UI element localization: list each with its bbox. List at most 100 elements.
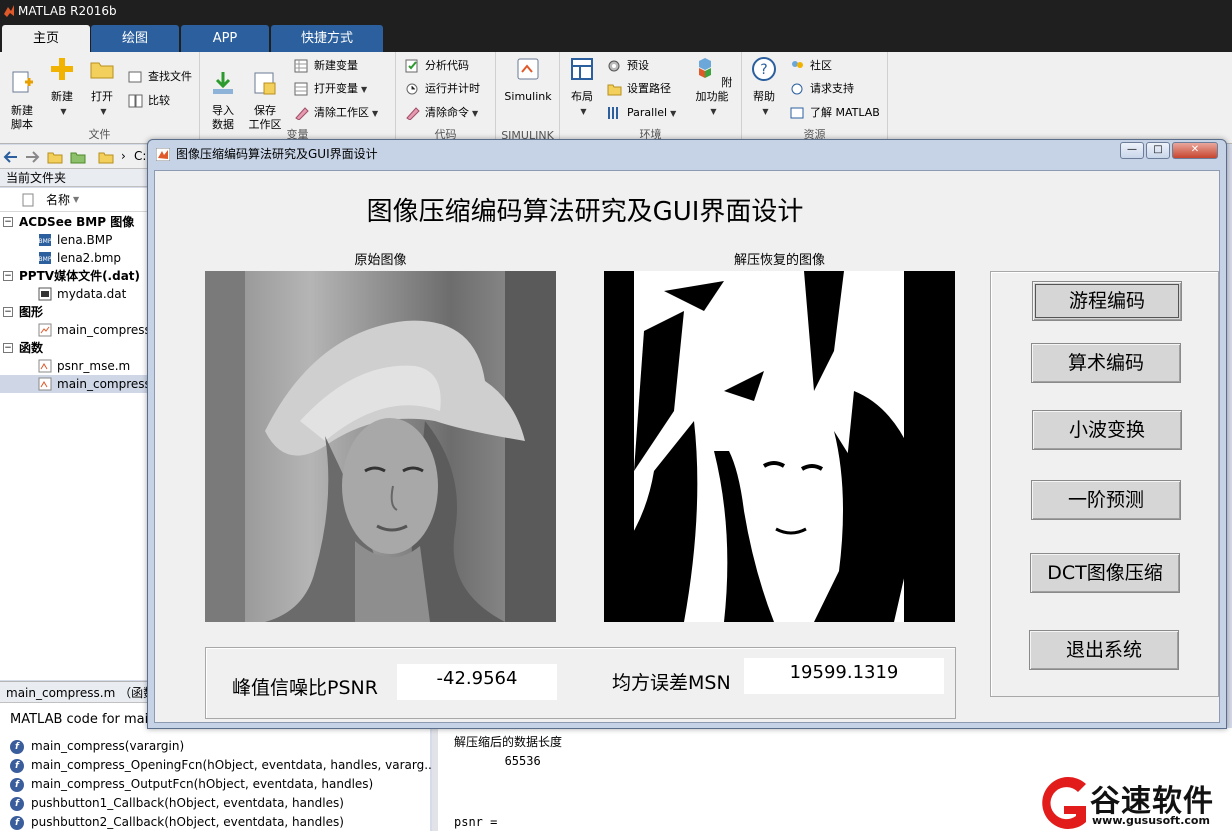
folder-icon xyxy=(607,84,622,96)
tab-plots[interactable]: 绘图 xyxy=(91,25,179,52)
ribbon-tab-strip: 主页 绘图 APP 快捷方式 xyxy=(0,22,1232,52)
metrics-panel: 峰值信噪比PSNR -42.9564 均方误差MSN 19599.1319 xyxy=(205,647,956,719)
exit-system-button[interactable]: 退出系统 xyxy=(1029,630,1179,670)
column-header-name[interactable]: 名称 xyxy=(46,188,70,212)
compare-icon xyxy=(128,94,143,108)
psnr-value-field[interactable]: -42.9564 xyxy=(397,664,557,700)
community-button[interactable]: 社区 xyxy=(790,56,832,76)
parallel-button[interactable]: Parallel ▼ xyxy=(607,103,676,123)
collapse-icon[interactable]: − xyxy=(3,217,13,227)
gui-figure-window: 图像压缩编码算法研究及GUI界面设计 — □ ✕ 图像压缩编码算法研究及GUI界… xyxy=(147,139,1227,729)
collapse-icon[interactable]: − xyxy=(3,307,13,317)
command-output-line: psnr = xyxy=(454,815,498,829)
ribbon-toolbar: 新建 脚本 新建▼ 打开▼ 查找文件 比较 文件 导入 数据 保存 工作区 xyxy=(0,52,1232,144)
ribbon-section-environment: 布局 ▼ 预设 设置路径 Parallel ▼ 附加功能 ▼ 环境 xyxy=(560,52,742,144)
path-separator: › xyxy=(121,149,126,163)
function-item[interactable]: f pushbutton1_Callback(hObject, eventdata… xyxy=(10,794,344,813)
preferences-button[interactable]: 预设 xyxy=(607,56,649,76)
import-data-button[interactable]: 导入 数据 xyxy=(203,56,243,132)
add-ons-icon xyxy=(698,58,711,78)
mse-value-field[interactable]: 19599.1319 xyxy=(744,658,944,694)
new-button[interactable]: 新建 ▼ xyxy=(42,56,82,119)
function-item[interactable]: f main_compress(varargin) xyxy=(10,737,184,756)
bmp-file-icon: BMP xyxy=(39,234,52,246)
group-dat[interactable]: − PPTV媒体文件(.dat) xyxy=(0,267,140,285)
tab-apps[interactable]: APP xyxy=(181,25,269,52)
gear-icon xyxy=(608,60,620,72)
import-data-icon xyxy=(213,72,233,94)
find-files-button[interactable]: 查找文件 xyxy=(128,67,192,87)
group-bmp[interactable]: − ACDSee BMP 图像 xyxy=(0,213,134,231)
layout-icon xyxy=(571,58,593,80)
browse-folder-icon[interactable] xyxy=(70,149,86,165)
bmp-file-icon: BMP xyxy=(39,252,52,264)
set-path-button[interactable]: 设置路径 xyxy=(607,79,671,99)
group-figures[interactable]: − 图形 xyxy=(0,303,43,321)
open-variable-icon xyxy=(294,82,308,96)
forward-arrow-icon[interactable] xyxy=(24,149,40,165)
list-item[interactable]: BMP lena.BMP xyxy=(0,231,150,249)
layout-button[interactable]: 布局 ▼ xyxy=(562,56,602,119)
list-item[interactable]: BMP lena2.bmp xyxy=(0,249,150,267)
ribbon-section-resources: ? 帮助 ▼ 社区 请求支持 了解 MATLAB 资源 xyxy=(742,52,888,144)
group-functions[interactable]: − 函数 xyxy=(0,339,43,357)
list-item[interactable]: main_compress xyxy=(0,321,150,339)
analyze-code-button[interactable]: 分析代码 xyxy=(405,56,469,76)
request-support-button[interactable]: 请求支持 xyxy=(790,79,854,99)
add-ons-button[interactable]: 附加功能 ▼ xyxy=(688,56,736,119)
open-variable-button[interactable]: 打开变量 ▼ xyxy=(294,79,367,99)
sort-desc-icon: ▼ xyxy=(73,195,80,204)
up-folder-icon[interactable] xyxy=(47,149,63,165)
dct-compression-button[interactable]: DCT图像压缩 xyxy=(1030,553,1180,593)
path-segment[interactable]: C: xyxy=(134,149,146,163)
m-file-icon xyxy=(38,377,52,391)
new-script-icon xyxy=(12,71,33,93)
list-item[interactable]: psnr_mse.m xyxy=(0,357,150,375)
tab-shortcuts[interactable]: 快捷方式 xyxy=(271,25,383,52)
list-item-selected[interactable]: main_compress xyxy=(0,375,150,393)
current-folder-list: − ACDSee BMP 图像 BMP lena.BMP BMP lena2.bm… xyxy=(0,212,150,680)
svg-text:?: ? xyxy=(760,62,767,78)
mse-label: 均方误差MSN xyxy=(612,672,731,694)
close-button[interactable]: ✕ xyxy=(1172,142,1218,159)
save-workspace-button[interactable]: 保存 工作区 xyxy=(245,56,285,132)
run-and-time-button[interactable]: 运行并计时 xyxy=(405,79,480,99)
run-length-coding-button[interactable]: 游程编码 xyxy=(1032,281,1182,321)
chevron-down-icon: ▼ xyxy=(100,107,107,116)
function-item[interactable]: f main_compress_OpeningFcn(hObject, event… xyxy=(10,756,436,775)
find-files-icon xyxy=(128,71,142,83)
ribbon-section-simulink: Simulink SIMULINK xyxy=(496,52,560,144)
current-folder-header: 名称 ▼ xyxy=(0,188,150,212)
tab-home[interactable]: 主页 xyxy=(2,25,90,52)
algorithm-button-panel: 游程编码 算术编码 小波变换 一阶预测 DCT图像压缩 退出系统 xyxy=(990,271,1219,697)
back-arrow-icon[interactable] xyxy=(3,149,19,165)
analyze-code-icon xyxy=(405,59,418,73)
simulink-button[interactable]: Simulink xyxy=(501,56,555,104)
new-script-button[interactable]: 新建 脚本 xyxy=(2,56,42,132)
figure-title-bar: 图像压缩编码算法研究及GUI界面设计 — □ ✕ xyxy=(148,140,1226,166)
help-button[interactable]: ? 帮助 ▼ xyxy=(744,56,784,119)
clear-workspace-button[interactable]: 清除工作区 ▼ xyxy=(294,103,378,123)
function-item[interactable]: f main_compress_OutputFcn(hObject, eventd… xyxy=(10,775,373,794)
open-button[interactable]: 打开 ▼ xyxy=(82,56,122,119)
first-order-prediction-button[interactable]: 一阶预测 xyxy=(1031,480,1181,520)
collapse-icon[interactable]: − xyxy=(3,343,13,353)
arithmetic-coding-button[interactable]: 算术编码 xyxy=(1031,343,1181,383)
learn-matlab-button[interactable]: 了解 MATLAB xyxy=(790,103,880,123)
app-title-bar: MATLAB R2016b xyxy=(0,0,1232,22)
new-variable-icon xyxy=(294,59,308,73)
collapse-icon[interactable]: − xyxy=(3,271,13,281)
clear-commands-button[interactable]: 清除命令 ▼ xyxy=(405,103,478,123)
fig-file-icon xyxy=(38,323,52,337)
svg-text:BMP: BMP xyxy=(39,238,52,245)
maximize-button[interactable]: □ xyxy=(1146,142,1170,159)
simulink-icon xyxy=(517,58,539,80)
restored-image-label: 解压恢复的图像 xyxy=(733,253,825,268)
function-item[interactable]: f pushbutton2_Callback(hObject, eventdata… xyxy=(10,813,344,831)
wavelet-transform-button[interactable]: 小波变换 xyxy=(1032,410,1182,450)
list-item[interactable]: mydata.dat xyxy=(0,285,150,303)
compare-button[interactable]: 比较 xyxy=(128,91,170,111)
new-variable-button[interactable]: 新建变量 xyxy=(294,56,358,76)
save-workspace-icon xyxy=(254,72,276,95)
minimize-button[interactable]: — xyxy=(1120,142,1144,159)
